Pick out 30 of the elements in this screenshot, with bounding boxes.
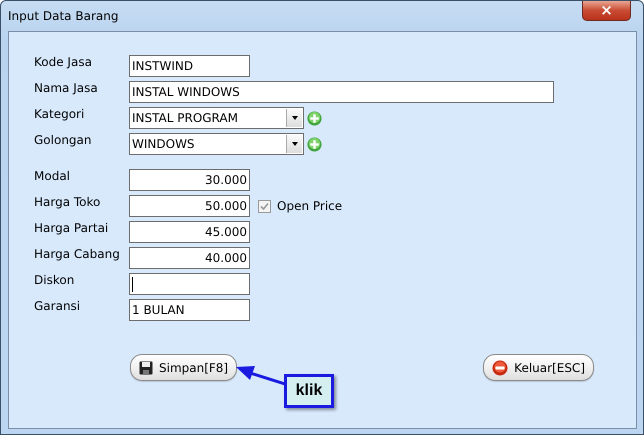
dropdown-field[interactable]: INSTAL PROGRAM xyxy=(129,107,304,129)
input-field[interactable]: 40.000 xyxy=(129,247,250,269)
window-title: Input Data Barang xyxy=(8,8,118,22)
input-field[interactable]: 1 BULAN xyxy=(129,299,250,321)
field-label: Harga Partai xyxy=(34,221,110,235)
add-icon[interactable] xyxy=(307,136,322,152)
exit-button[interactable]: Keluar[ESC] xyxy=(483,354,594,381)
field-label: Nama Jasa xyxy=(34,81,99,95)
dropdown-field[interactable]: WINDOWS xyxy=(129,133,304,155)
checkbox-label: Open Price xyxy=(277,199,342,213)
stop-icon xyxy=(492,360,508,376)
field-label: Harga Toko xyxy=(34,195,102,209)
add-icon[interactable] xyxy=(307,110,322,126)
input-field[interactable]: INSTWIND xyxy=(129,55,250,77)
field-label: Garansi xyxy=(34,299,82,313)
input-field[interactable]: INSTAL WINDOWS xyxy=(129,81,554,103)
input-field[interactable]: 30.000 xyxy=(129,169,250,191)
field-label: Kategori xyxy=(34,107,86,121)
field-label: Harga Cabang xyxy=(34,247,121,261)
input-field[interactable]: 50.000 xyxy=(129,195,250,217)
input-field[interactable]: 45.000 xyxy=(129,221,250,243)
save-button[interactable]: Simpan[F8] xyxy=(130,354,238,381)
field-label: Modal xyxy=(34,169,71,183)
field-label: Golongan xyxy=(34,133,92,147)
close-button[interactable]: × xyxy=(582,1,631,21)
callout-label: klik xyxy=(284,374,334,408)
field-label: Diskon xyxy=(34,273,76,287)
field-label: Kode Jasa xyxy=(34,55,93,69)
arrow xyxy=(236,366,286,386)
input-field[interactable] xyxy=(129,273,250,295)
